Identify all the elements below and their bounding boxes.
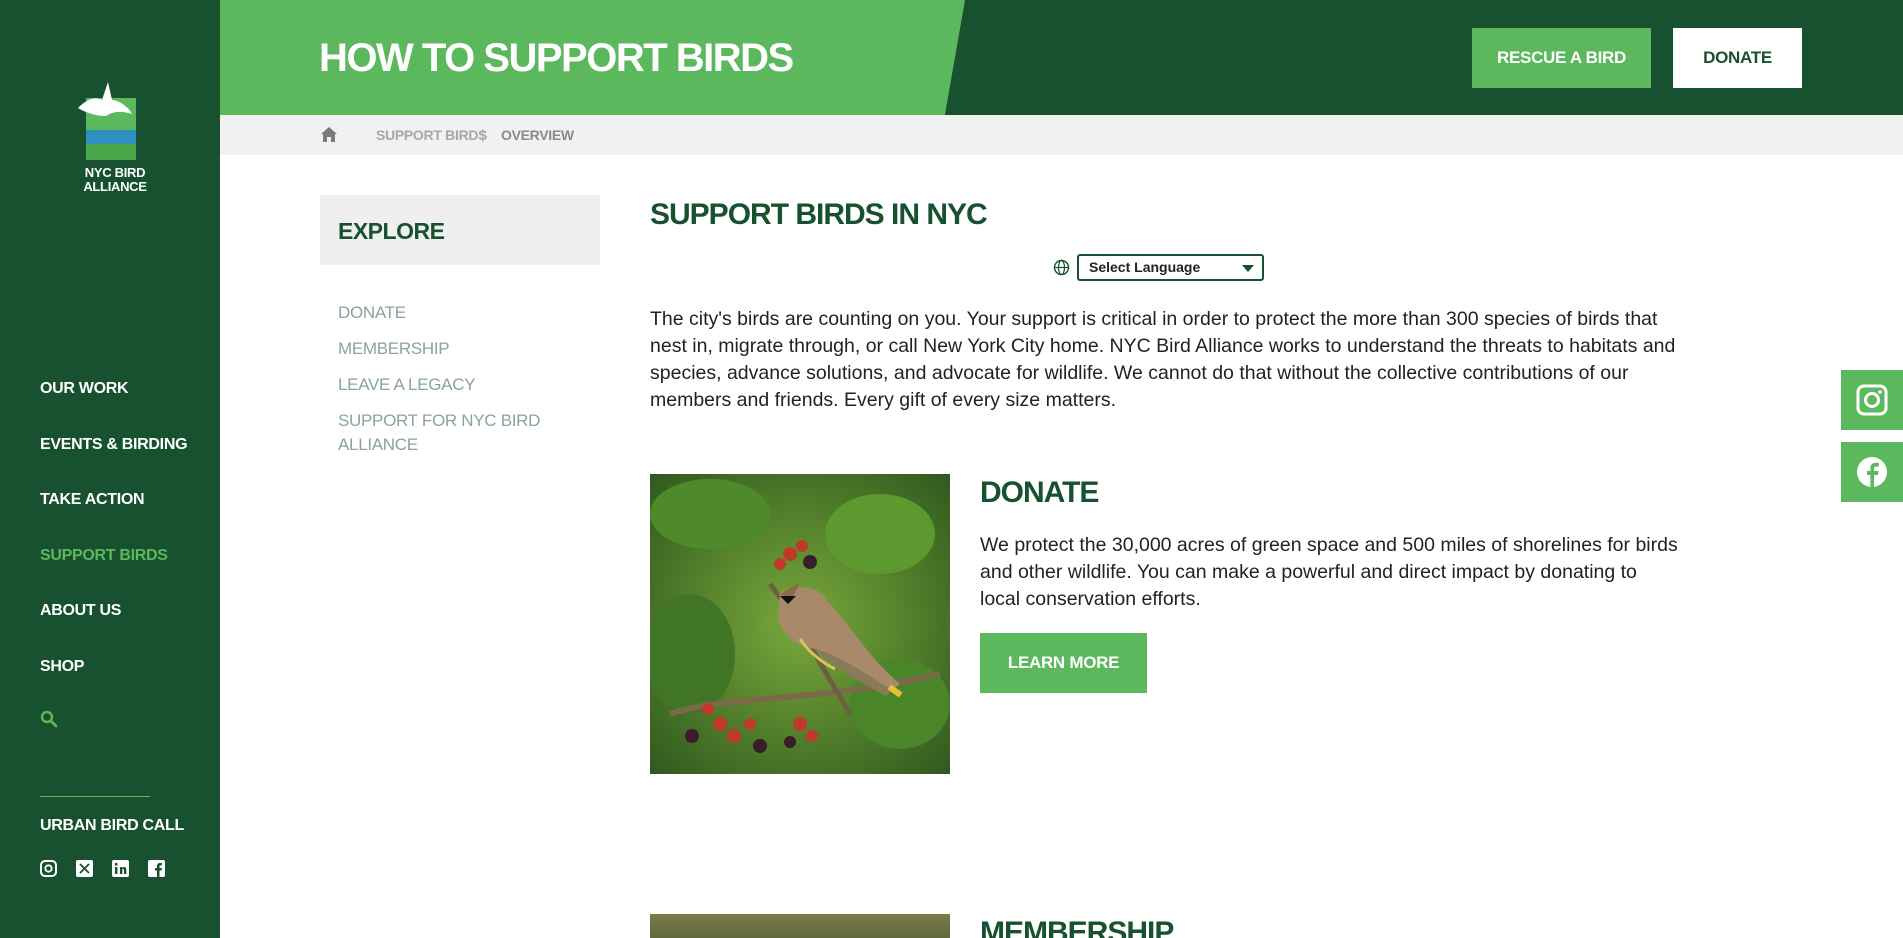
- facebook-icon: [1857, 457, 1887, 488]
- donate-section-title: DONATE: [980, 476, 1099, 509]
- instagram-icon: [1856, 384, 1888, 416]
- chevron-down-icon: [1242, 265, 1254, 272]
- logo-text: NYC BIRD ALLIANCE: [83, 165, 147, 194]
- explore-links: DONATE MEMBERSHIP LEAVE A LEGACY SUPPORT…: [338, 301, 578, 469]
- membership-section-title: MEMBERSHIP: [980, 916, 1174, 938]
- sidebar-social-icons: [40, 860, 165, 877]
- donate-section-text: We protect the 30,000 acres of green spa…: [980, 534, 1678, 610]
- floating-facebook-button[interactable]: [1841, 442, 1903, 502]
- sidebar-item-support-birds[interactable]: SUPPORT BIRDS: [40, 541, 187, 597]
- learn-more-button[interactable]: LEARN MORE: [980, 633, 1147, 693]
- breadcrumb-support-birds[interactable]: SUPPORT BIRDS: [376, 127, 488, 143]
- home-icon[interactable]: [320, 126, 338, 143]
- breadcrumb-separator: |: [481, 126, 485, 142]
- page-title: HOW TO SUPPORT BIRDS: [319, 36, 794, 80]
- sidebar-item-about-us[interactable]: ABOUT US: [40, 596, 187, 652]
- section-title: SUPPORT BIRDS IN NYC: [650, 198, 988, 231]
- explore-title: EXPLORE: [338, 218, 445, 244]
- sidebar-item-shop[interactable]: SHOP: [40, 652, 187, 708]
- intro-paragraph: The city's birds are counting on you. Yo…: [650, 308, 1676, 411]
- language-select[interactable]: Select Language: [1077, 254, 1264, 281]
- main-nav: OUR WORK EVENTS & BIRDING TAKE ACTION SU…: [40, 374, 188, 708]
- sidebar-item-our-work[interactable]: OUR WORK: [40, 374, 187, 430]
- urban-bird-call-link[interactable]: URBAN BIRD CALL: [40, 817, 184, 835]
- sidebar-item-take-action[interactable]: TAKE ACTION: [40, 485, 187, 541]
- cedar-waxwing-image: [650, 474, 950, 774]
- breadcrumb-current: OVERVIEW: [501, 127, 574, 143]
- rescue-a-bird-button[interactable]: RESCUE A BIRD: [1472, 28, 1651, 88]
- search-icon[interactable]: [40, 710, 58, 728]
- globe-icon: [1053, 259, 1070, 276]
- membership-image: [650, 914, 950, 938]
- explore-link-leave-a-legacy[interactable]: LEAVE A LEGACY: [338, 373, 578, 397]
- sidebar-divider: [40, 796, 150, 797]
- instagram-icon[interactable]: [40, 860, 57, 877]
- linkedin-icon[interactable]: [112, 860, 129, 877]
- facebook-icon[interactable]: [148, 860, 165, 877]
- explore-link-membership[interactable]: MEMBERSHIP: [338, 337, 578, 361]
- language-select-value: Select Language: [1089, 259, 1201, 275]
- x-twitter-icon[interactable]: [76, 860, 93, 877]
- floating-instagram-button[interactable]: [1841, 370, 1903, 430]
- sidebar-item-events-birding[interactable]: EVENTS & BIRDING: [40, 430, 188, 486]
- explore-link-donate[interactable]: DONATE: [338, 301, 578, 325]
- explore-link-support-for-nyc-bird-alliance[interactable]: SUPPORT FOR NYC BIRD ALLIANCE: [338, 409, 578, 457]
- donate-header-button[interactable]: DONATE: [1673, 28, 1802, 88]
